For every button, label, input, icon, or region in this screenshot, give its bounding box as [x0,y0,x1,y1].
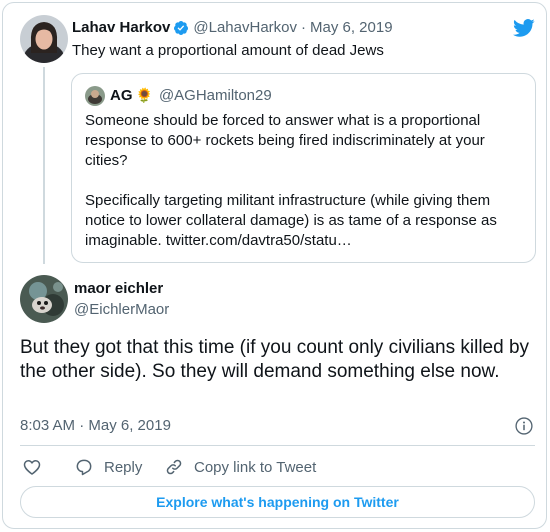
parent-tweet-header: Lahav Harkov @LahavHarkov · May 6, 2019 [72,19,393,36]
quoted-avatar-image [85,86,105,106]
reply-icon [76,459,92,476]
tweet-timestamp[interactable]: 8:03 AM · May 6, 2019 [20,417,171,434]
author-name[interactable]: Lahav Harkov [72,19,170,36]
avatar-image [20,275,68,323]
twitter-bird-icon[interactable] [512,17,536,39]
author-name[interactable]: maor eichler [74,280,163,297]
quoted-author-name: AG [110,87,133,104]
author-handle[interactable]: @LahavHarkov [193,19,297,36]
copy-link-button[interactable]: Copy link to Tweet [164,457,316,477]
separator-dot: · [301,19,306,36]
explore-button[interactable]: Explore what's happening on Twitter [20,486,535,518]
avatar[interactable] [20,275,68,323]
quoted-paragraph: Someone should be forced to answer what … [85,112,485,169]
tweet-text: But they got that this time (if you coun… [20,337,530,382]
embedded-tweet-card: Lahav Harkov @LahavHarkov · May 6, 2019 … [2,2,547,529]
parent-tweet-text: They want a proportional amount of dead … [72,42,384,59]
sunflower-emoji: 🌻 [135,87,153,103]
heart-icon [23,460,41,475]
quoted-tweet-body: Someone should be forced to answer what … [85,111,525,251]
quoted-author-handle: @AGHamilton29 [158,87,272,104]
link-icon [166,459,182,475]
quoted-tweet[interactable]: AG 🌻 @AGHamilton29 Someone should be for… [71,73,536,263]
quoted-paragraph: Specifically targeting militant infrastr… [85,192,497,249]
quoted-avatar [85,86,105,106]
copy-link-label: Copy link to Tweet [194,458,317,476]
like-button[interactable] [22,457,42,477]
avatar[interactable] [20,15,68,63]
author-handle[interactable]: @EichlerMaor [74,301,169,318]
tweet-date[interactable]: May 6, 2019 [310,19,393,36]
thread-connector-line [43,67,45,264]
quoted-tweet-header: AG 🌻 @AGHamilton29 [110,87,272,104]
verified-badge-icon [174,20,189,35]
info-icon[interactable] [514,416,534,436]
reply-label: Reply [104,458,143,476]
reply-button[interactable]: Reply [74,457,142,477]
avatar-image [20,15,68,63]
divider [20,445,535,446]
